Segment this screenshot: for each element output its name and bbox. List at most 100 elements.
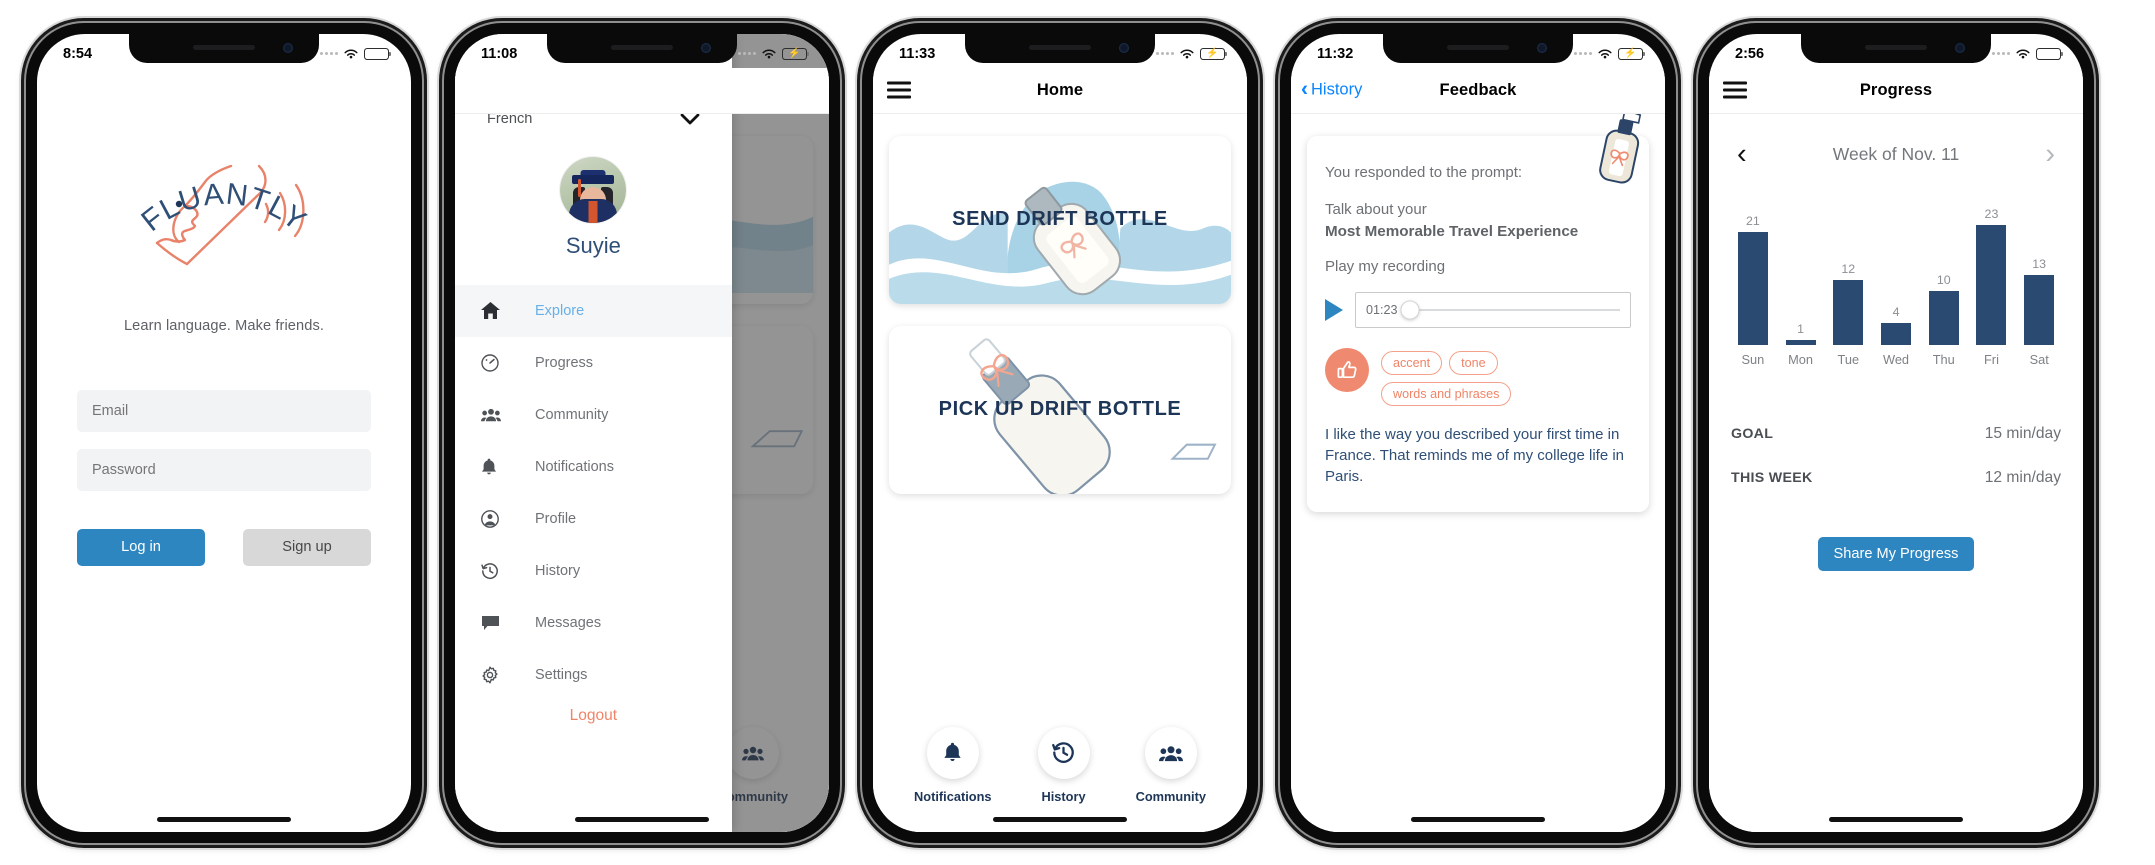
seek-thumb[interactable] [1400, 300, 1420, 320]
hamburger-menu-icon[interactable] [887, 81, 911, 99]
progress-navbar: Progress [1709, 67, 2083, 114]
audio-duration: 01:23 [1366, 302, 1398, 317]
feedback-card: You responded to the prompt: Talk about … [1307, 108, 1649, 512]
front-camera [1955, 42, 1965, 53]
chevron-left-icon[interactable]: ‹ [1737, 139, 1747, 169]
sidebar-item-messages[interactable]: Messages [455, 597, 732, 649]
back-to-history-button[interactable]: ‹ History [1301, 79, 1362, 100]
phone-home: 11:33 ⚡ Home SEND DRIFT BOTTLE PICK UP D… [862, 22, 1258, 843]
notch [129, 33, 319, 63]
app-tagline: Learn language. Make friends. [123, 317, 325, 334]
tag-tone[interactable]: tone [1449, 350, 1498, 375]
bar-column: 13 Sat [2015, 207, 2063, 367]
password-field[interactable] [77, 448, 371, 491]
sidebar-item-label: Messages [535, 614, 602, 631]
bar-column: 4 Wed [1872, 207, 1920, 367]
sidebar-item-settings[interactable]: Settings [455, 649, 732, 701]
chevron-right-icon[interactable]: › [2045, 139, 2055, 169]
earpiece-speaker [1029, 44, 1091, 50]
login-button[interactable]: Log in [77, 528, 205, 566]
sidebar-item-history[interactable]: History [455, 545, 732, 597]
play-icon[interactable] [1325, 298, 1343, 321]
thumbs-up-icon [1325, 347, 1369, 392]
nav-community[interactable]: Community [1135, 726, 1206, 804]
people-group-icon [1144, 726, 1197, 779]
status-bar: 11:08 ⚡ [455, 34, 829, 68]
front-camera [1537, 42, 1547, 53]
nav-label: Community [1135, 788, 1206, 804]
page-title: Home [1036, 80, 1084, 99]
this-week-key: THIS WEEK [1731, 469, 1813, 486]
bell-icon [926, 726, 979, 779]
drawer-menu: Explore Progress Community Notifications… [455, 284, 732, 725]
battery-charging-icon: ⚡ [782, 47, 810, 60]
nav-history[interactable]: History [1037, 726, 1090, 804]
nav-notifications[interactable]: Notifications [914, 726, 992, 804]
bar [1785, 339, 1816, 345]
logout-button[interactable]: Logout [455, 707, 732, 725]
people-group-icon [481, 407, 535, 422]
clock-rewind-icon [481, 562, 535, 580]
sidebar-item-label: Notifications [535, 458, 614, 475]
email-field[interactable] [77, 389, 371, 432]
sidebar-item-profile[interactable]: Profile [455, 493, 732, 545]
drift-bottle-icon [1599, 108, 1642, 184]
bar-value-label: 21 [1745, 213, 1760, 228]
wifi-icon [1597, 48, 1613, 60]
home-indicator[interactable] [1829, 816, 1963, 822]
hamburger-menu-icon[interactable] [1723, 81, 1747, 99]
screen-home: 11:33 ⚡ Home SEND DRIFT BOTTLE PICK UP D… [873, 33, 1247, 832]
bar-value-label: 4 [1892, 304, 1900, 319]
gear-icon [481, 666, 535, 684]
app-logo: FLUANTLY [109, 146, 339, 301]
seek-container: 01:23 [1355, 291, 1631, 328]
status-icons: ⚡ [1574, 47, 1646, 60]
home-indicator[interactable] [993, 816, 1127, 822]
wifi-icon [2015, 48, 2031, 60]
home-indicator[interactable] [575, 816, 709, 822]
screenshot-stage: 8:54 FLUANTLY Learn language. Make frien… [0, 0, 2155, 865]
goal-row: GOAL 15 min/day [1731, 425, 2061, 443]
bar-category-label: Sun [1741, 351, 1765, 367]
sidebar-item-label: History [535, 562, 581, 579]
home-navbar: Home [873, 67, 1247, 114]
tag-accent[interactable]: accent [1381, 350, 1443, 375]
speaking-face-icon: FLUANTLY [135, 164, 311, 265]
bar-column: 1 Mon [1777, 207, 1825, 367]
sidebar-item-explore[interactable]: Explore [455, 284, 732, 337]
bar-value-label: 12 [1841, 261, 1856, 276]
signup-button[interactable]: Sign up [243, 528, 371, 566]
signal-dots-icon [320, 52, 338, 55]
battery-charging-icon: ⚡ [1200, 47, 1228, 60]
pick-up-drift-bottle-card[interactable]: PICK UP DRIFT BOTTLE [889, 325, 1231, 494]
front-camera [283, 42, 293, 53]
screen-progress: 2:56 Progress ‹ Week of Nov. 11 › 21 Sun… [1709, 33, 2083, 832]
sidebar-item-progress[interactable]: Progress [455, 337, 732, 389]
home-indicator[interactable] [1411, 816, 1545, 822]
sidebar-item-notifications[interactable]: Notifications [455, 441, 732, 493]
phone-progress: 2:56 Progress ‹ Week of Nov. 11 › 21 Sun… [1698, 22, 2094, 843]
share-my-progress-button[interactable]: Share My Progress [1817, 536, 1975, 571]
bar-category-label: Tue [1837, 351, 1860, 367]
wifi-icon [343, 48, 359, 60]
bar-category-label: Wed [1882, 351, 1910, 367]
screen-feedback: 11:32 ⚡ ‹ History Feedback You responded… [1291, 33, 1665, 832]
seek-track[interactable] [1400, 300, 1620, 320]
gauge-icon [481, 353, 535, 372]
send-drift-bottle-card[interactable]: SEND DRIFT BOTTLE [889, 135, 1231, 304]
signal-dots-icon [1574, 52, 1592, 55]
avatar[interactable] [560, 156, 627, 223]
bell-icon [481, 458, 535, 476]
card-label: SEND DRIFT BOTTLE [952, 208, 1168, 230]
share-row: Share My Progress [1709, 536, 2083, 571]
clock-rewind-icon [1037, 726, 1090, 779]
home-indicator[interactable] [157, 816, 291, 822]
battery-icon [2036, 47, 2064, 60]
feedback-tags: accent tone words and phrases [1381, 348, 1631, 406]
navigation-drawer: French Suyie Explore Progress Community … [455, 33, 732, 832]
sidebar-item-community[interactable]: Community [455, 389, 732, 441]
this-week-value: 12 min/day [1984, 468, 2061, 486]
tag-words-and-phrases[interactable]: words and phrases [1381, 381, 1512, 406]
this-week-row: THIS WEEK 12 min/day [1731, 469, 2061, 487]
status-time: 11:33 [899, 45, 936, 62]
